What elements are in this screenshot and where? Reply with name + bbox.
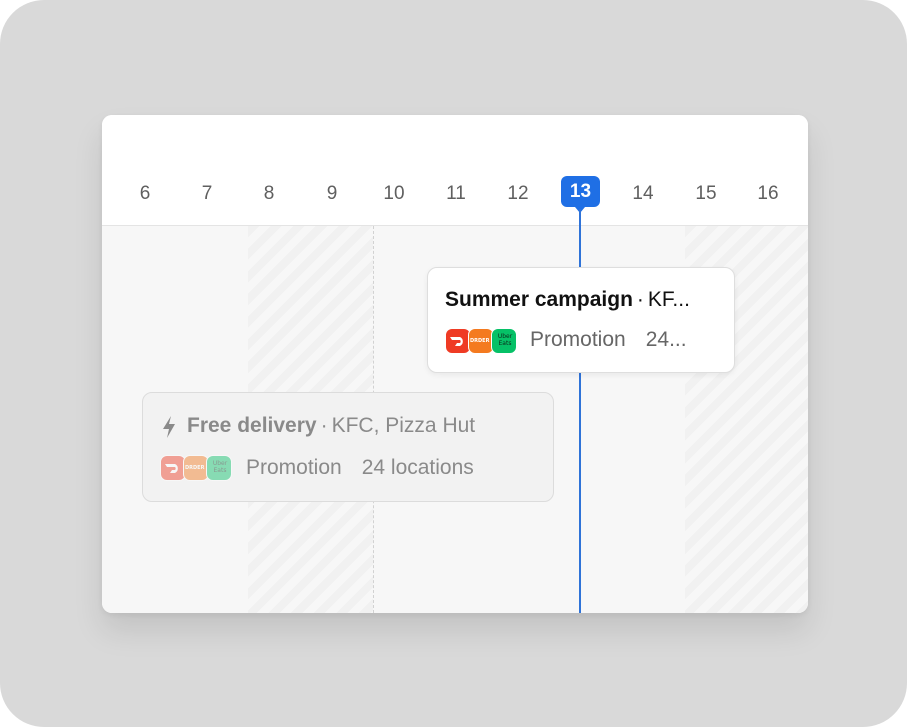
event-title: Free delivery · KFC, Pizza Hut <box>187 414 476 437</box>
day-label[interactable]: 10 <box>374 183 414 205</box>
event-meta: Promotion 24... <box>530 328 687 351</box>
day-label[interactable]: 16 <box>748 183 788 205</box>
day-label[interactable]: 14 <box>623 183 663 205</box>
event-free-delivery[interactable]: Free delivery · KFC, Pizza Hut DRDER Uber … <box>142 392 554 502</box>
timeline-header: 6 7 8 9 10 11 12 13 14 15 16 <box>102 115 808 226</box>
day-label[interactable]: 6 <box>125 183 165 205</box>
uber-eats-icon: Uber Eats <box>491 328 517 354</box>
day-label[interactable]: 9 <box>312 183 352 205</box>
day-label[interactable]: 7 <box>187 183 227 205</box>
uber-eats-icon: Uber Eats <box>206 455 232 481</box>
day-label[interactable]: 8 <box>249 183 289 205</box>
day-label[interactable]: 12 <box>498 183 538 205</box>
event-meta: Promotion 24 locations <box>246 456 474 479</box>
calendar-card: 6 7 8 9 10 11 12 13 14 15 16 Free delive… <box>102 115 808 613</box>
app-frame: 6 7 8 9 10 11 12 13 14 15 16 Free delive… <box>0 0 907 727</box>
day-label[interactable]: 15 <box>686 183 726 205</box>
day-label[interactable]: 11 <box>436 183 476 205</box>
lightning-icon <box>163 416 175 438</box>
event-title: Summer campaign · KF... <box>445 288 690 311</box>
today-marker[interactable]: 13 <box>561 176 600 213</box>
event-summer-campaign[interactable]: Summer campaign · KF... DRDER Uber Eats Pr… <box>427 267 735 373</box>
